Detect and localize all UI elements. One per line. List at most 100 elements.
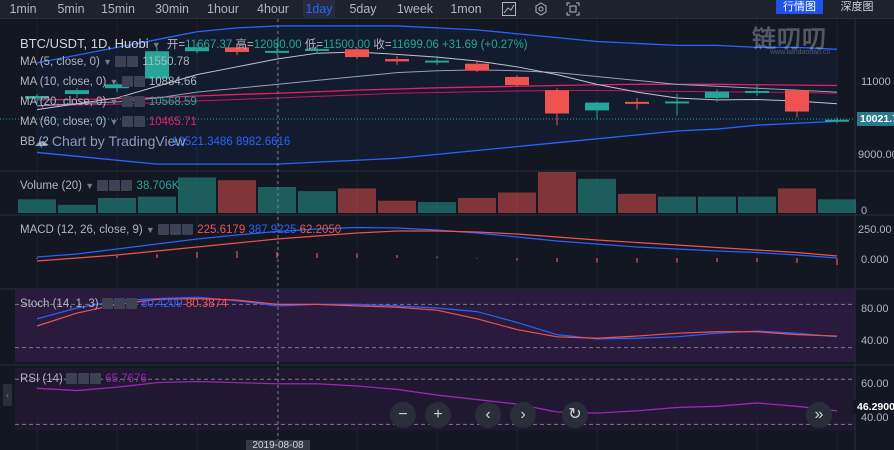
candle-body: [825, 119, 849, 122]
low-label: 低=: [304, 39, 324, 51]
rsi-settings-icon[interactable]: [78, 373, 90, 385]
macd-eye-icon[interactable]: [158, 224, 170, 236]
volume-bar: [498, 192, 536, 213]
candle-body: [545, 90, 569, 114]
ma20-label: MA (20, close, 0): [20, 96, 107, 108]
volume-legend[interactable]: Volume (20) ▼ 38.706K: [20, 180, 179, 192]
legend-settings-icon[interactable]: ▼: [152, 40, 161, 50]
timeframe-1day[interactable]: 1day: [303, 0, 335, 19]
symbol-legend: BTC/USDT, 1D, Huobi ▼ 开=11667.37 高=12080…: [20, 36, 528, 52]
ma10-label: MA (10, close, 0): [20, 76, 107, 88]
reset-chart-button[interactable]: ↻: [562, 402, 588, 428]
ma60-label: MA (60, close, 0): [20, 116, 107, 128]
macd-line-value: 387.9225: [248, 224, 297, 236]
chart-line-icon[interactable]: [497, 0, 523, 19]
volume-bar: [338, 188, 376, 213]
candle-body: [385, 59, 409, 62]
watermark-url: www.liandaodao.cn: [770, 49, 831, 56]
volume-bar: [458, 197, 496, 213]
fullscreen-icon[interactable]: [561, 0, 587, 19]
stoch-close-icon[interactable]: [125, 298, 137, 310]
rsi-close-icon[interactable]: [90, 373, 102, 385]
close-value: 11699.06: [391, 39, 439, 51]
close-label: 收=: [373, 39, 392, 51]
volume-bar: [18, 199, 56, 213]
scroll-to-realtime-button[interactable]: »: [806, 402, 832, 428]
scroll-right-button[interactable]: ›: [510, 402, 536, 428]
ma10-eye-icon[interactable]: [121, 76, 133, 88]
open-label: 开=: [166, 39, 186, 51]
ma20-eye-icon[interactable]: [121, 96, 133, 108]
candle-body: [785, 90, 809, 112]
zoom-in-button[interactable]: +: [425, 402, 451, 428]
market-chart-button[interactable]: 行情图: [776, 0, 823, 14]
ma60-settings-icon[interactable]: [133, 116, 145, 128]
ma10-legend[interactable]: MA (10, close, 0) ▼ 10884.66: [20, 76, 197, 88]
ma5-label: MA (5, close, 0): [20, 56, 100, 68]
macd-label: MACD (12, 26, close, 9): [20, 224, 143, 236]
ma5-eye-icon[interactable]: [115, 56, 127, 68]
volume-bar: [818, 199, 856, 213]
volume-bar: [738, 196, 776, 213]
volume-close-icon[interactable]: [121, 180, 133, 192]
low-value: 11500.00: [323, 39, 371, 51]
stoch-eye-icon[interactable]: [101, 298, 113, 310]
volume-settings-icon[interactable]: [109, 180, 121, 192]
ma10-settings-icon[interactable]: [133, 76, 145, 88]
timeframe-1week[interactable]: 1week: [393, 0, 437, 19]
rsi-label: RSI (14): [20, 373, 63, 385]
timeframe-4hour[interactable]: 4hour: [253, 0, 293, 19]
ma20-legend[interactable]: MA (20, close, 0) ▼ 10568.59: [20, 96, 197, 108]
stoch-settings-icon[interactable]: [113, 298, 125, 310]
volume-dropdown-icon[interactable]: ▼: [85, 181, 94, 191]
collapse-left-icon[interactable]: ‹: [3, 384, 12, 406]
ma20-value: 10568.59: [148, 96, 197, 108]
bb-lower-value: 8982.6616: [235, 136, 291, 148]
timeframe-5day[interactable]: 5day: [346, 0, 380, 19]
stoch-legend[interactable]: Stoch (14, 1, 3) 80.4209 80.3874: [20, 298, 227, 310]
macd-legend[interactable]: MACD (12, 26, close, 9) ▼ 225.6179 387.9…: [20, 224, 341, 236]
ma60-dropdown-icon[interactable]: ▼: [110, 117, 119, 127]
ma5-settings-icon[interactable]: [127, 56, 139, 68]
volume-bar: [418, 202, 456, 213]
zoom-out-button[interactable]: −: [390, 402, 416, 428]
timeframe-15min[interactable]: 15min: [98, 0, 138, 19]
ma5-dropdown-icon[interactable]: ▼: [103, 57, 112, 67]
ma20-settings-icon[interactable]: [133, 96, 145, 108]
volume-value: 38.706K: [136, 180, 180, 192]
depth-chart-button[interactable]: 深度图: [832, 0, 882, 14]
timeframe-1min[interactable]: 1min: [8, 0, 38, 19]
macd-dropdown-icon[interactable]: ▼: [146, 225, 155, 235]
settings-icon[interactable]: [529, 0, 555, 19]
ma10-dropdown-icon[interactable]: ▼: [110, 77, 119, 87]
candle-body: [465, 63, 489, 71]
rsi-legend[interactable]: RSI (14) 65.7676: [20, 373, 147, 385]
current-price-tag: 10021.7: [857, 112, 894, 126]
volume-label: Volume (20): [20, 180, 83, 192]
macd-close-icon[interactable]: [182, 224, 194, 236]
rsi-axis-60: 60.00: [861, 378, 889, 390]
symbol-title[interactable]: BTC/USDT, 1D, Huobi: [20, 36, 149, 51]
timeframe-30min[interactable]: 30min: [150, 0, 194, 19]
volume-bar: [378, 200, 416, 213]
scroll-left-button[interactable]: ‹: [475, 402, 501, 428]
timeframe-1hour[interactable]: 1hour: [203, 0, 243, 19]
ma5-legend[interactable]: MA (5, close, 0) ▼ 11550.78: [20, 56, 190, 68]
tradingview-logo[interactable]: ☁ Chart by TradingView: [34, 133, 185, 150]
volume-eye-icon[interactable]: [97, 180, 109, 192]
volume-bar: [618, 193, 656, 213]
stoch-label: Stoch (14, 1, 3): [20, 298, 99, 310]
timeframe-5min[interactable]: 5min: [54, 0, 88, 19]
ma60-eye-icon[interactable]: [121, 116, 133, 128]
macd-settings-icon[interactable]: [170, 224, 182, 236]
ma60-legend[interactable]: MA (60, close, 0) ▼ 10465.71: [20, 116, 197, 128]
volume-bar: [258, 187, 296, 213]
rsi-eye-icon[interactable]: [66, 373, 78, 385]
volume-bar: [98, 197, 136, 213]
volume-bar: [178, 177, 216, 213]
candle-body: [505, 76, 529, 86]
timeframe-1mon[interactable]: 1mon: [447, 0, 485, 19]
ma5-value: 11550.78: [142, 56, 190, 68]
crosshair-date-tag: 2019-08-08: [246, 440, 310, 450]
ma20-dropdown-icon[interactable]: ▼: [110, 97, 119, 107]
